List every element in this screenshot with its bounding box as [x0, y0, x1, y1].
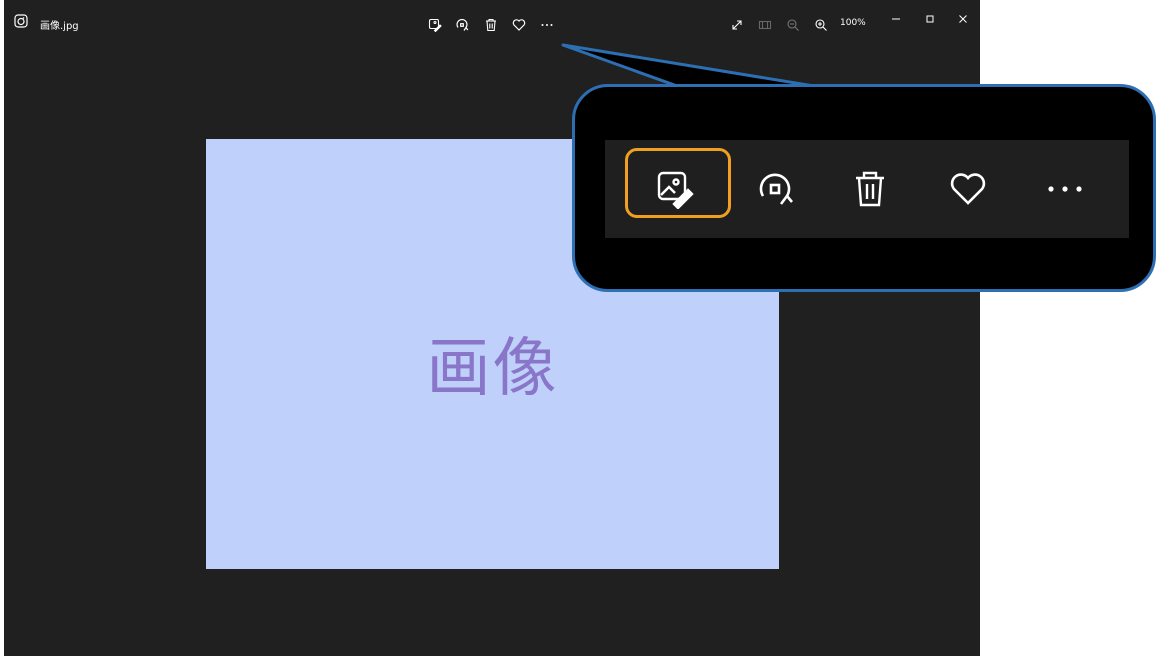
minimize-icon[interactable]	[888, 11, 904, 27]
delete-icon[interactable]	[850, 169, 890, 209]
title-bar: 画像.jpg 100%	[4, 0, 980, 44]
zoom-level-label[interactable]: 100%	[840, 18, 866, 28]
file-name-title: 画像.jpg	[40, 21, 79, 32]
photos-app-icon	[13, 13, 29, 29]
edit-image-icon[interactable]	[655, 169, 695, 209]
filmstrip-icon[interactable]	[758, 18, 772, 32]
zoom-in-icon[interactable]	[814, 18, 828, 32]
close-icon[interactable]	[955, 11, 971, 27]
fullscreen-icon[interactable]	[730, 18, 744, 32]
zoom-out-icon[interactable]	[786, 18, 800, 32]
delete-icon[interactable]	[484, 18, 498, 32]
favorite-icon[interactable]	[948, 169, 988, 209]
zoomed-toolbar	[605, 140, 1129, 238]
toolbar-zoom-callout	[572, 84, 1156, 292]
edit-image-icon[interactable]	[428, 18, 442, 32]
rotate-icon[interactable]	[455, 18, 469, 32]
rotate-icon[interactable]	[755, 169, 795, 209]
more-icon[interactable]	[540, 18, 554, 32]
favorite-icon[interactable]	[512, 18, 526, 32]
image-caption-text: 画像	[426, 332, 559, 406]
maximize-icon[interactable]	[922, 11, 938, 27]
more-icon[interactable]	[1045, 169, 1085, 209]
